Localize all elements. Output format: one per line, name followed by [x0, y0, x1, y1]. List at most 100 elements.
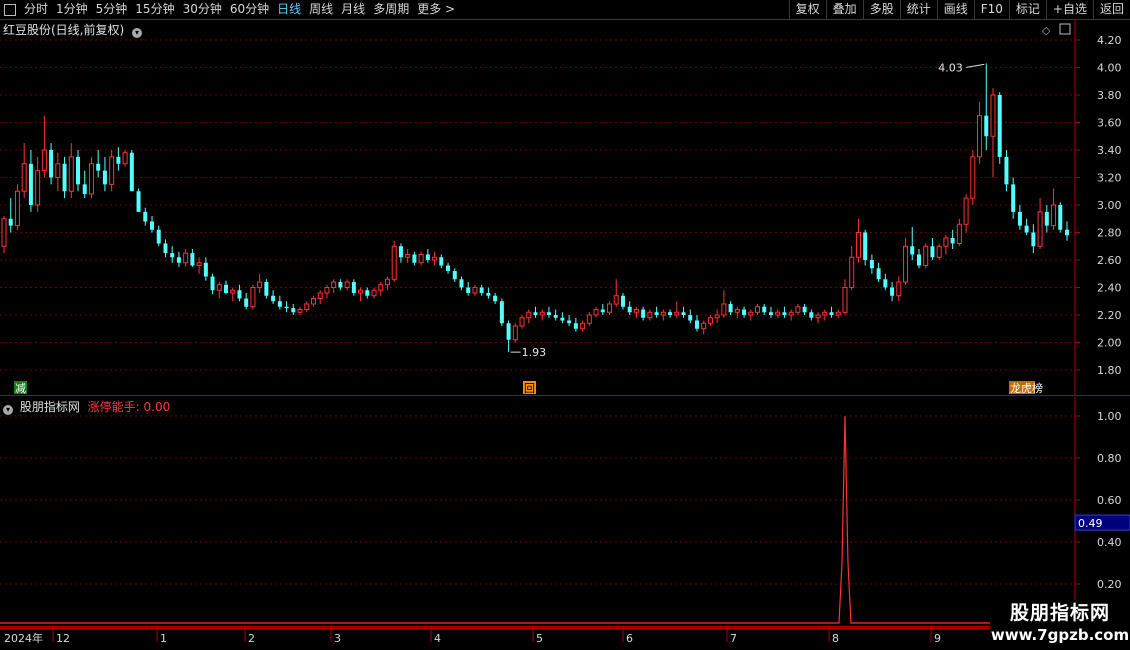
candle: [890, 282, 895, 302]
candle: [613, 279, 619, 307]
candle: [546, 306, 551, 318]
event-marker-1[interactable]: 回: [523, 381, 536, 395]
candle: [459, 276, 464, 291]
time-tick-label: 6: [626, 632, 633, 645]
period-tab-10[interactable]: 更多 >: [413, 0, 459, 19]
period-tab-4[interactable]: 30分钟: [179, 0, 226, 19]
candle: [990, 88, 996, 178]
candle: [439, 254, 444, 269]
period-tab-3[interactable]: 15分钟: [131, 0, 178, 19]
period-tab-9[interactable]: 多周期: [369, 0, 413, 19]
period-tab-6[interactable]: 日线: [273, 0, 305, 19]
candle: [493, 293, 498, 304]
action-button-3[interactable]: 统计: [899, 0, 937, 19]
period-tab-5[interactable]: 60分钟: [226, 0, 273, 19]
indicator-panel[interactable]: 1.00 0.80 0.60 0.40 0.20 0.49: [0, 397, 1130, 627]
candle: [230, 287, 236, 302]
candle: [317, 290, 323, 304]
candle: [129, 150, 134, 192]
candle: [668, 309, 673, 318]
candle: [203, 257, 208, 281]
maximize-icon[interactable]: [1059, 23, 1071, 35]
candle: [943, 235, 949, 255]
watermark: 股朋指标网 www.7gpzb.com: [990, 600, 1130, 648]
period-tab-8[interactable]: 月线: [337, 0, 369, 19]
action-button-0[interactable]: 复权: [788, 0, 826, 19]
candle: [412, 251, 417, 266]
action-button-8[interactable]: 返回: [1092, 0, 1130, 19]
action-button-6[interactable]: 标记: [1008, 0, 1046, 19]
time-tick-label: 3: [334, 632, 341, 645]
candle: [116, 147, 121, 171]
price-tick-label: 1.80: [1097, 364, 1122, 377]
candle: [176, 251, 181, 267]
period-tab-1[interactable]: 1分钟: [52, 0, 92, 19]
candle: [815, 312, 821, 324]
candle: [633, 306, 639, 318]
candle: [607, 301, 613, 315]
candle: [1004, 150, 1009, 192]
candle: [41, 115, 47, 178]
candle: [688, 309, 693, 324]
time-tick-label: 7: [730, 632, 737, 645]
action-button-1[interactable]: 叠加: [825, 0, 863, 19]
candle: [351, 279, 356, 296]
candle: [499, 298, 504, 326]
candle: [1, 216, 7, 254]
kline-panel[interactable]: 4.03 1.93 4.20 4.00 3.80 3.60 3.40 3.20 3.00 2.8…: [0, 20, 1130, 396]
period-tab-0[interactable]: 分时: [20, 0, 52, 19]
candle: [923, 243, 929, 269]
candle: [1037, 198, 1043, 249]
period-tab-7[interactable]: 周线: [305, 0, 337, 19]
candle: [452, 268, 457, 282]
candle: [1044, 205, 1049, 233]
action-button-7[interactable]: +自选: [1045, 0, 1093, 19]
action-button-2[interactable]: 多股: [862, 0, 900, 19]
candle: [250, 284, 256, 310]
period-tab-2[interactable]: 5分钟: [92, 0, 132, 19]
candle: [55, 152, 61, 192]
period-toolbar: 分时 1分钟 5分钟 15分钟 30分钟 60分钟 日线 周线 月线 多周期 更多 > 复权 叠加 多股…: [0, 0, 1130, 20]
candle: [1031, 224, 1036, 254]
action-button-4[interactable]: 画线: [936, 0, 974, 19]
event-marker-text: 回: [524, 382, 535, 395]
indicator-tick-label: 1.00: [1097, 410, 1122, 423]
candle: [835, 309, 841, 318]
candle: [903, 238, 909, 285]
candle: [593, 306, 599, 318]
candle: [163, 239, 168, 258]
time-tick-label: 8: [832, 632, 839, 645]
price-tick-label: 3.40: [1097, 144, 1122, 157]
window-icon[interactable]: [4, 3, 16, 16]
candle: [654, 306, 659, 318]
action-button-5[interactable]: F10: [973, 0, 1009, 19]
candle: [512, 323, 518, 343]
candle: [1065, 221, 1069, 241]
candle: [190, 249, 195, 267]
candle: [775, 309, 781, 318]
candle: [88, 156, 94, 199]
candle: [257, 273, 263, 293]
event-marker-2[interactable]: 龙虎榜: [1009, 381, 1043, 395]
candle: [809, 309, 814, 321]
time-tick-label: 9: [934, 632, 941, 645]
candle: [156, 225, 161, 247]
candle: [62, 156, 67, 199]
candle: [14, 184, 20, 230]
candle: [68, 143, 74, 199]
current-value-text: 0.49: [1078, 517, 1103, 530]
candle: [425, 249, 430, 263]
price-tick-label: 2.80: [1097, 227, 1122, 240]
candle: [795, 304, 801, 315]
candle: [284, 301, 289, 313]
candle: [734, 306, 740, 318]
diamond-icon[interactable]: ◇: [1042, 24, 1051, 37]
event-marker-0[interactable]: 减: [14, 381, 27, 395]
candle: [742, 306, 747, 318]
candle: [378, 282, 384, 296]
candle: [291, 304, 296, 315]
candle: [466, 282, 471, 296]
candle: [304, 301, 310, 313]
candle: [371, 287, 377, 299]
candle: [479, 284, 484, 296]
